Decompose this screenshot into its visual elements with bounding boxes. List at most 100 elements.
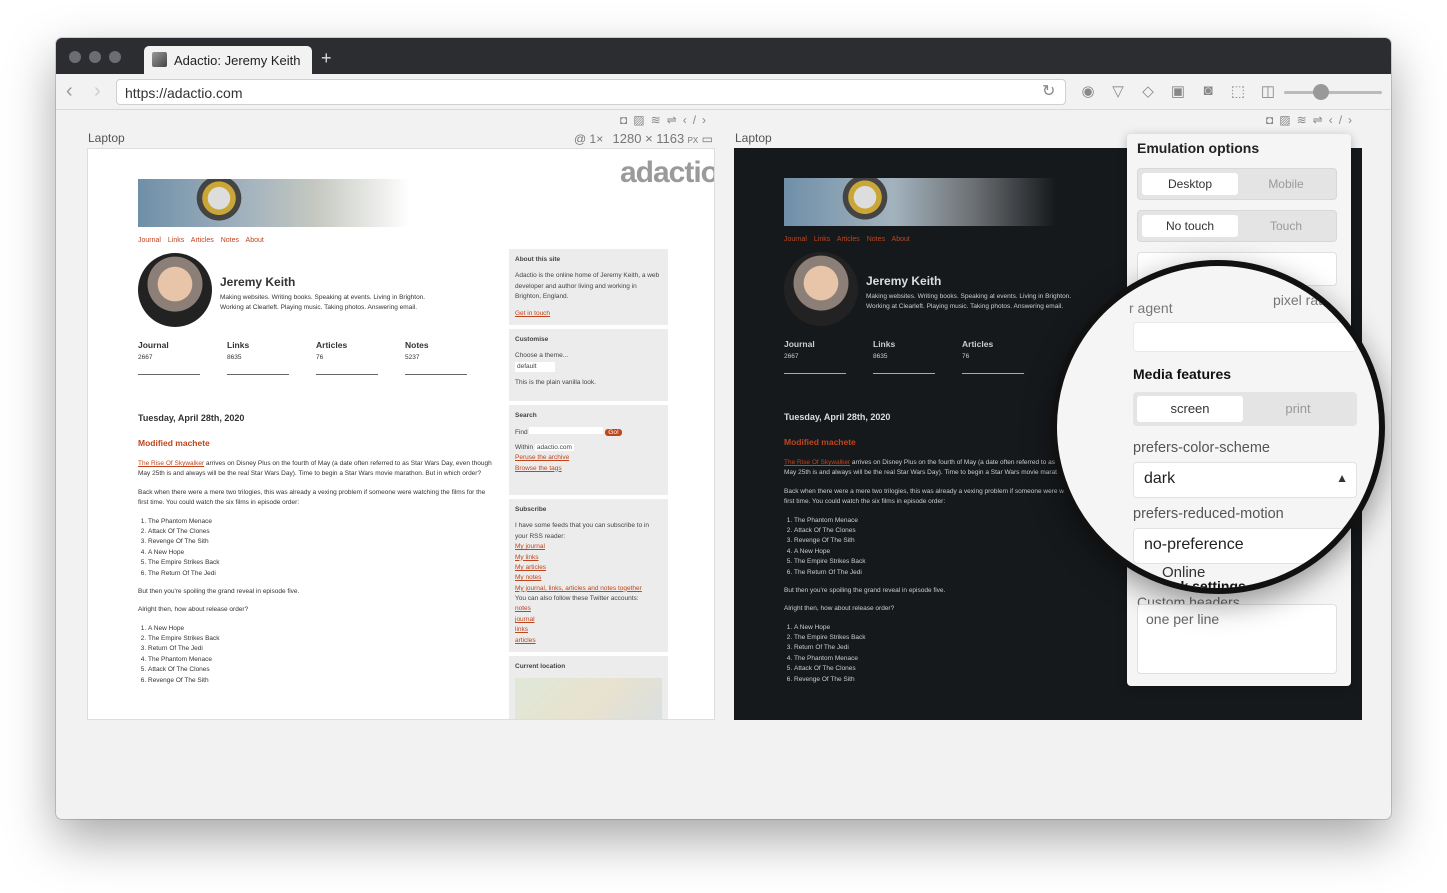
list-item: Revenge Of The Sith xyxy=(148,537,494,547)
go-button[interactable]: Go! xyxy=(605,429,622,437)
stat-journal[interactable]: Journal 2667 xyxy=(138,339,227,375)
paragraph: Alright then, how about release order? xyxy=(138,606,249,614)
zoom-slider-knob[interactable] xyxy=(1313,84,1329,100)
feed-link[interactable]: My notes xyxy=(515,573,662,583)
location-map[interactable] xyxy=(515,678,662,719)
settings-sliders-icon[interactable]: ⇌ xyxy=(1313,113,1329,127)
tags-link[interactable]: Browse the tags xyxy=(515,464,662,474)
eye-icon[interactable]: ◉ xyxy=(1079,82,1097,100)
list-item: A New Hope xyxy=(794,623,1140,633)
image-icon[interactable]: ▨ xyxy=(1279,113,1296,127)
twitter-link[interactable]: articles xyxy=(515,636,662,646)
site-nav[interactable]: Journal Links Articles Notes About xyxy=(138,235,264,246)
list-item: The Phantom Menace xyxy=(148,517,494,527)
stormtrooper-image xyxy=(196,179,242,227)
panel-title: Emulation options xyxy=(1137,140,1260,156)
camera-icon[interactable]: ◘ xyxy=(620,113,633,127)
post-link[interactable]: The Rise Of Skywalker xyxy=(138,460,204,467)
mobile-option[interactable]: Mobile xyxy=(1238,173,1334,195)
devices-icon[interactable]: ▣ xyxy=(1169,82,1187,100)
post-title[interactable]: Modified machete xyxy=(138,437,210,451)
list-item: Attack Of The Clones xyxy=(148,665,494,675)
box-title: About this site xyxy=(515,256,561,263)
twitter-link[interactable]: notes xyxy=(515,604,662,614)
sparkline xyxy=(405,363,467,375)
stats-row: Journal 2667 Links 8635 Articles 76 Notes 52… xyxy=(138,339,494,375)
within-row: Within adactio.com xyxy=(515,443,662,453)
desktop-option[interactable]: Desktop xyxy=(1142,173,1238,195)
site-sidebar: About this site Adactio is the online ho… xyxy=(509,249,668,719)
stat-articles[interactable]: Articles 76 xyxy=(962,338,1051,374)
settings-sliders-icon[interactable]: ⇌ xyxy=(667,113,683,127)
maximize-window-button[interactable] xyxy=(109,51,121,63)
reduced-motion-select[interactable]: no-preference ▲ xyxy=(1133,528,1357,564)
filter-icon[interactable]: ▽ xyxy=(1109,82,1127,100)
layers-icon[interactable]: ≋ xyxy=(651,113,667,127)
site-nav[interactable]: Journal Links Articles Notes About xyxy=(784,234,910,245)
post-link[interactable]: The Rise Of Skywalker xyxy=(784,459,850,466)
feed-link[interactable]: My links xyxy=(515,553,662,563)
stat-journal[interactable]: Journal 2667 xyxy=(784,338,873,374)
color-scheme-select[interactable]: dark ▲ xyxy=(1133,462,1357,498)
url-bar[interactable]: https://adactio.com xyxy=(116,79,1066,105)
minimize-window-button[interactable] xyxy=(89,51,101,63)
left-pane-label: Laptop xyxy=(88,131,125,145)
code-icon[interactable]: ‹/› xyxy=(683,113,712,127)
stat-notes[interactable]: Notes 5237 xyxy=(405,339,494,375)
rotate-icon[interactable]: ◇ xyxy=(1139,82,1157,100)
new-tab-button[interactable]: + xyxy=(321,48,332,69)
contact-link[interactable]: Get in touch xyxy=(515,309,662,319)
feed-link[interactable]: My articles xyxy=(515,563,662,573)
site-logo[interactable]: adactio xyxy=(620,149,714,197)
stat-links[interactable]: Links 8635 xyxy=(873,338,962,374)
twitter-link[interactable]: links xyxy=(515,625,662,635)
camera-icon[interactable]: ◘ xyxy=(1266,113,1279,127)
feed-link[interactable]: My journal, links, articles and notes to… xyxy=(515,584,662,594)
no-touch-option[interactable]: No touch xyxy=(1142,215,1238,237)
orientation-icon[interactable]: ▭ xyxy=(702,132,713,146)
light-viewport[interactable]: adactio Journal Links Articles Notes Abo… xyxy=(87,148,715,720)
back-icon[interactable]: ‹ xyxy=(66,80,73,103)
post-title[interactable]: Modified machete xyxy=(784,436,856,450)
avatar xyxy=(784,252,858,326)
within-select[interactable]: adactio.com xyxy=(534,443,574,451)
list-item: The Return Of The Jedi xyxy=(148,569,494,579)
size-readout: 1280 × 1163 xyxy=(612,131,685,146)
find-input[interactable] xyxy=(529,427,604,435)
stat-articles[interactable]: Articles 76 xyxy=(316,339,405,375)
archive-link[interactable]: Peruse the archive xyxy=(515,453,662,463)
network-select[interactable]: Online xyxy=(1136,564,1342,586)
close-window-button[interactable] xyxy=(69,51,81,63)
code-icon[interactable]: ‹/› xyxy=(1329,113,1358,127)
magnifier-lens: r agent pixel ratio Media features scree… xyxy=(1051,260,1385,594)
zoom-slider[interactable] xyxy=(1284,91,1382,94)
color-scheme-label: prefers-color-scheme xyxy=(1133,440,1270,456)
browser-tab[interactable]: Adactio: Jeremy Keith xyxy=(144,46,312,74)
release-order-list: A New Hope The Empire Strikes Back Retur… xyxy=(794,623,1140,685)
profile-bio: Making websites. Writing books. Speaking… xyxy=(220,293,500,314)
custom-headers-input[interactable]: one per line xyxy=(1137,604,1337,674)
left-pane-tools: ◘▨≋⇌‹/› xyxy=(620,113,712,127)
image-icon[interactable]: ▨ xyxy=(633,113,650,127)
list-item: Attack Of The Clones xyxy=(794,664,1140,674)
stat-label: Journal xyxy=(784,339,815,349)
user-agent-field[interactable] xyxy=(1133,322,1357,352)
stat-links[interactable]: Links 8635 xyxy=(227,339,316,375)
touch-option[interactable]: Touch xyxy=(1238,215,1334,237)
sidebar-icon[interactable]: ◫ xyxy=(1259,82,1277,100)
stat-label: Journal xyxy=(138,340,169,350)
inspect-icon[interactable]: ⬚ xyxy=(1229,82,1247,100)
reload-icon[interactable]: ↻ xyxy=(1042,81,1055,101)
theme-select[interactable]: default xyxy=(515,361,555,373)
forward-icon[interactable]: › xyxy=(94,80,101,103)
print-option[interactable]: print xyxy=(1243,396,1353,422)
list-item: A New Hope xyxy=(148,624,494,634)
twitter-link[interactable]: journal xyxy=(515,615,662,625)
list-item: Revenge Of The Sith xyxy=(794,675,1140,685)
screenshot-icon[interactable]: ◙ xyxy=(1199,82,1217,100)
layers-icon[interactable]: ≋ xyxy=(1297,113,1313,127)
screen-option[interactable]: screen xyxy=(1137,396,1243,422)
feed-link[interactable]: My journal xyxy=(515,542,662,552)
twitter-text: You can also follow these Twitter accoun… xyxy=(515,595,639,603)
list-item: The Empire Strikes Back xyxy=(148,558,494,568)
